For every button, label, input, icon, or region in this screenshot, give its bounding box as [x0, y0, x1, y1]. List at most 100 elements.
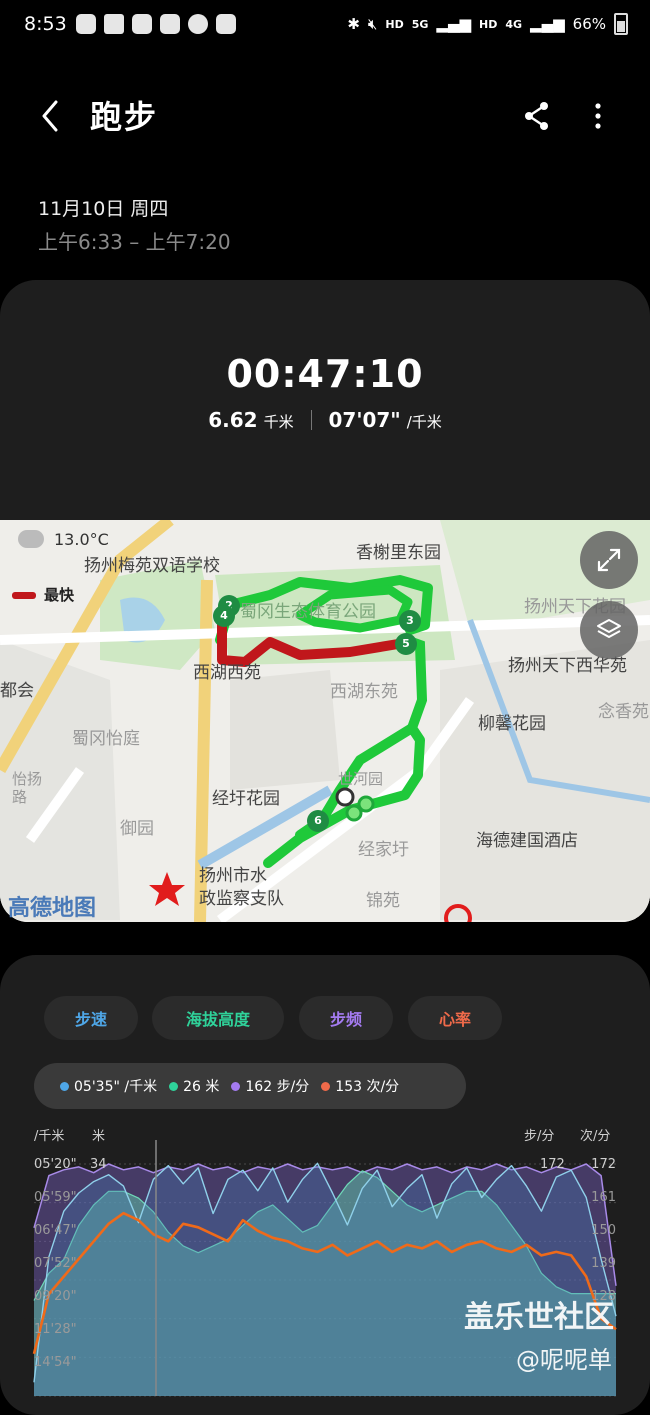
map-label: 蜀冈怡庭 [72, 729, 140, 749]
map-label: 扬州市水 [199, 866, 267, 886]
pace-tick-label: 05'20" [34, 1157, 77, 1172]
end-marker [357, 795, 375, 813]
tooltip-heart-rate: 153 次/分 [321, 1076, 399, 1096]
tab-altitude[interactable]: 海拔高度 [152, 996, 284, 1040]
altitude-tick-label: 34 [90, 1157, 107, 1172]
tooltip-cadence: 162 步/分 [231, 1076, 309, 1096]
pace-tick-label: 07'52" [34, 1256, 77, 1271]
hd-indicator: HD [479, 17, 498, 31]
map-label: 御园 [120, 819, 154, 839]
map-label: 柳馨花园 [478, 714, 546, 734]
pace-unit: /千米 [406, 413, 442, 431]
pace-tick-label: 09'20" [34, 1289, 77, 1304]
status-time: 8:53 [24, 13, 67, 35]
expand-icon [597, 548, 621, 572]
expand-map-button[interactable] [580, 531, 638, 589]
tab-label: 心率 [438, 1010, 471, 1029]
hr-tick-label: 172 [591, 1157, 616, 1172]
map-label: 西湖西苑 [193, 663, 261, 683]
tab-cadence[interactable]: 步频 [299, 996, 393, 1040]
km-marker: 4 [213, 605, 235, 627]
map-label: 海德建国酒店 [476, 831, 578, 851]
more-vertical-icon [595, 103, 601, 129]
status-bar: 8:53 ✱ 🔇︎ HD 5G ▂▄▆ HD 4G ▂▄▆ 66% [0, 0, 650, 50]
distance-pace-summary: 6.62 千米 07'07" /千米 [0, 408, 650, 432]
app-notification-icon [76, 14, 96, 34]
hr-tick-label: 139 [591, 1256, 616, 1271]
cloud-icon [18, 530, 44, 548]
map-layers-button[interactable] [580, 601, 638, 659]
more-options-button[interactable] [588, 100, 608, 132]
message-icon [104, 14, 124, 34]
map-label: 怡扬路 [12, 770, 43, 806]
tab-label: 步频 [329, 1010, 362, 1029]
map-label: 香榭里东园 [356, 543, 441, 563]
signal-icon: ▂▄▆ [436, 15, 472, 33]
chevron-left-icon [42, 100, 58, 132]
tooltip-pace: 05'35" /千米 [60, 1076, 157, 1096]
share-icon [525, 102, 548, 130]
back-button[interactable] [36, 98, 66, 134]
distance-value: 6.62 [208, 408, 258, 432]
workout-time-range: 上午6:33 – 上午7:20 [38, 230, 231, 254]
shopping-bag-icon [216, 14, 236, 34]
mute-icon: 🔇︎ [367, 15, 378, 33]
amap-logo: 高德地图 [8, 896, 97, 921]
pace-tick-label: 05'59" [34, 1190, 77, 1205]
map-label: 蜀冈生态体育公园 [240, 602, 376, 622]
running-figure-icon [188, 14, 208, 34]
map-label: 经家圩 [358, 840, 409, 860]
fastest-label: 最快 [44, 586, 75, 604]
layers-icon [597, 619, 621, 638]
hr-tick-label: 161 [591, 1190, 616, 1205]
hr-tick-label: 150 [591, 1223, 616, 1238]
map-label: 念香苑 [598, 702, 649, 722]
fastest-legend: 最快 [12, 584, 74, 605]
map-label: 锦苑 [366, 891, 400, 911]
map-label: 世河园 [338, 770, 384, 788]
signal-icon: ▂▄▆ [530, 15, 565, 33]
cadence-tick-label: 172 [540, 1157, 565, 1172]
map-canvas [0, 520, 650, 922]
notification-icons [76, 14, 236, 34]
status-right: ✱ 🔇︎ HD 5G ▂▄▆ HD 4G ▂▄▆ 66% [347, 13, 628, 35]
chart-tooltip: 05'35" /千米 26 米 162 步/分 153 次/分 [34, 1063, 466, 1109]
tooltip-altitude: 26 米 [169, 1076, 219, 1096]
tab-label: 步速 [74, 1010, 107, 1029]
workout-date: 11月10日 周四 [38, 198, 169, 220]
battery-percent: 66% [572, 15, 606, 33]
distance-unit: 千米 [263, 413, 294, 431]
map-label: 政监察支队 [199, 889, 284, 909]
pace-tick-label: 14'54" [34, 1355, 77, 1370]
tab-heart-rate[interactable]: 心率 [408, 996, 502, 1040]
page-title: 跑步 [90, 98, 159, 136]
app-notification-icon [160, 14, 180, 34]
divider [310, 410, 312, 430]
map-label: 都会 [0, 681, 34, 701]
km-marker: 3 [399, 610, 421, 632]
tab-label: 海拔高度 [185, 1010, 250, 1029]
weather-info: 13.0°C [18, 530, 109, 549]
workout-duration: 00:47:10 [226, 352, 424, 396]
map-label: 西湖东苑 [330, 682, 398, 702]
start-marker [335, 787, 355, 807]
pace-tick-label: 11'28" [34, 1322, 77, 1337]
map-label: 经圩花园 [212, 789, 280, 809]
tab-pace[interactable]: 步速 [44, 996, 138, 1040]
km-marker: 6 [307, 810, 329, 832]
watermark-text: 盖乐世社区 [464, 1300, 614, 1335]
app-notification-icon [132, 14, 152, 34]
temperature: 13.0°C [54, 530, 109, 549]
avg-pace-value: 07'07" [328, 408, 401, 432]
network-indicator: 5G [411, 17, 429, 31]
network-indicator: 4G [505, 17, 523, 31]
route-map[interactable]: 2 4 3 5 6 [0, 520, 650, 922]
fastest-swatch [12, 592, 36, 599]
bluetooth-icon: ✱ [347, 15, 360, 33]
km-marker: 5 [395, 633, 417, 655]
pace-tick-label: 06'47" [34, 1223, 77, 1238]
hd-indicator: HD [385, 17, 404, 31]
share-button[interactable] [522, 100, 552, 132]
battery-icon [614, 13, 628, 35]
watermark-text: @呢呢单 [516, 1346, 612, 1374]
